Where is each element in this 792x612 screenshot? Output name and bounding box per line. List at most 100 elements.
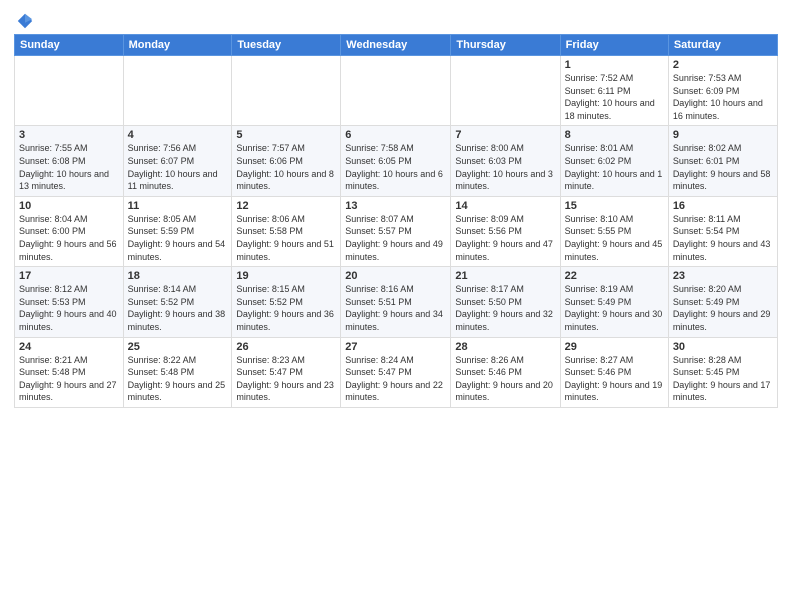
day-number: 22 [565, 270, 664, 282]
calendar: SundayMondayTuesdayWednesdayThursdayFrid… [14, 34, 778, 408]
weekday-header-row: SundayMondayTuesdayWednesdayThursdayFrid… [15, 35, 778, 56]
day-info: Sunrise: 7:53 AM Sunset: 6:09 PM Dayligh… [673, 72, 773, 122]
day-number: 27 [345, 341, 446, 353]
day-number: 4 [128, 129, 228, 141]
day-info: Sunrise: 8:04 AM Sunset: 6:00 PM Dayligh… [19, 213, 119, 263]
calendar-cell: 30Sunrise: 8:28 AM Sunset: 5:45 PM Dayli… [668, 337, 777, 407]
weekday-header-wednesday: Wednesday [341, 35, 451, 56]
calendar-cell: 15Sunrise: 8:10 AM Sunset: 5:55 PM Dayli… [560, 196, 668, 266]
day-info: Sunrise: 8:14 AM Sunset: 5:52 PM Dayligh… [128, 283, 228, 333]
calendar-cell: 26Sunrise: 8:23 AM Sunset: 5:47 PM Dayli… [232, 337, 341, 407]
day-number: 9 [673, 129, 773, 141]
day-number: 19 [236, 270, 336, 282]
calendar-cell: 29Sunrise: 8:27 AM Sunset: 5:46 PM Dayli… [560, 337, 668, 407]
day-info: Sunrise: 8:12 AM Sunset: 5:53 PM Dayligh… [19, 283, 119, 333]
day-info: Sunrise: 8:01 AM Sunset: 6:02 PM Dayligh… [565, 142, 664, 192]
calendar-cell: 6Sunrise: 7:58 AM Sunset: 6:05 PM Daylig… [341, 126, 451, 196]
day-number: 2 [673, 59, 773, 71]
day-info: Sunrise: 7:55 AM Sunset: 6:08 PM Dayligh… [19, 142, 119, 192]
day-number: 14 [455, 200, 555, 212]
calendar-cell: 4Sunrise: 7:56 AM Sunset: 6:07 PM Daylig… [123, 126, 232, 196]
week-row-3: 10Sunrise: 8:04 AM Sunset: 6:00 PM Dayli… [15, 196, 778, 266]
weekday-header-monday: Monday [123, 35, 232, 56]
day-number: 24 [19, 341, 119, 353]
calendar-cell: 28Sunrise: 8:26 AM Sunset: 5:46 PM Dayli… [451, 337, 560, 407]
day-number: 7 [455, 129, 555, 141]
day-info: Sunrise: 7:52 AM Sunset: 6:11 PM Dayligh… [565, 72, 664, 122]
day-info: Sunrise: 8:17 AM Sunset: 5:50 PM Dayligh… [455, 283, 555, 333]
calendar-cell: 2Sunrise: 7:53 AM Sunset: 6:09 PM Daylig… [668, 56, 777, 126]
day-number: 12 [236, 200, 336, 212]
day-info: Sunrise: 7:56 AM Sunset: 6:07 PM Dayligh… [128, 142, 228, 192]
day-info: Sunrise: 8:07 AM Sunset: 5:57 PM Dayligh… [345, 213, 446, 263]
weekday-header-tuesday: Tuesday [232, 35, 341, 56]
day-info: Sunrise: 8:19 AM Sunset: 5:49 PM Dayligh… [565, 283, 664, 333]
calendar-cell: 25Sunrise: 8:22 AM Sunset: 5:48 PM Dayli… [123, 337, 232, 407]
calendar-cell: 12Sunrise: 8:06 AM Sunset: 5:58 PM Dayli… [232, 196, 341, 266]
calendar-header: SundayMondayTuesdayWednesdayThursdayFrid… [15, 35, 778, 56]
day-number: 21 [455, 270, 555, 282]
week-row-4: 17Sunrise: 8:12 AM Sunset: 5:53 PM Dayli… [15, 267, 778, 337]
day-info: Sunrise: 8:28 AM Sunset: 5:45 PM Dayligh… [673, 354, 773, 404]
calendar-cell: 24Sunrise: 8:21 AM Sunset: 5:48 PM Dayli… [15, 337, 124, 407]
day-number: 11 [128, 200, 228, 212]
calendar-body: 1Sunrise: 7:52 AM Sunset: 6:11 PM Daylig… [15, 56, 778, 408]
day-number: 30 [673, 341, 773, 353]
calendar-cell: 18Sunrise: 8:14 AM Sunset: 5:52 PM Dayli… [123, 267, 232, 337]
day-number: 20 [345, 270, 446, 282]
day-number: 28 [455, 341, 555, 353]
calendar-cell: 21Sunrise: 8:17 AM Sunset: 5:50 PM Dayli… [451, 267, 560, 337]
day-number: 15 [565, 200, 664, 212]
day-number: 16 [673, 200, 773, 212]
day-info: Sunrise: 8:00 AM Sunset: 6:03 PM Dayligh… [455, 142, 555, 192]
day-info: Sunrise: 8:27 AM Sunset: 5:46 PM Dayligh… [565, 354, 664, 404]
day-info: Sunrise: 8:24 AM Sunset: 5:47 PM Dayligh… [345, 354, 446, 404]
calendar-cell: 17Sunrise: 8:12 AM Sunset: 5:53 PM Dayli… [15, 267, 124, 337]
day-number: 8 [565, 129, 664, 141]
day-info: Sunrise: 7:58 AM Sunset: 6:05 PM Dayligh… [345, 142, 446, 192]
day-number: 26 [236, 341, 336, 353]
day-info: Sunrise: 8:15 AM Sunset: 5:52 PM Dayligh… [236, 283, 336, 333]
page: SundayMondayTuesdayWednesdayThursdayFrid… [0, 0, 792, 612]
calendar-cell: 5Sunrise: 7:57 AM Sunset: 6:06 PM Daylig… [232, 126, 341, 196]
day-info: Sunrise: 8:02 AM Sunset: 6:01 PM Dayligh… [673, 142, 773, 192]
day-number: 17 [19, 270, 119, 282]
day-info: Sunrise: 8:23 AM Sunset: 5:47 PM Dayligh… [236, 354, 336, 404]
calendar-cell: 13Sunrise: 8:07 AM Sunset: 5:57 PM Dayli… [341, 196, 451, 266]
day-info: Sunrise: 8:11 AM Sunset: 5:54 PM Dayligh… [673, 213, 773, 263]
day-info: Sunrise: 7:57 AM Sunset: 6:06 PM Dayligh… [236, 142, 336, 192]
week-row-5: 24Sunrise: 8:21 AM Sunset: 5:48 PM Dayli… [15, 337, 778, 407]
calendar-cell [451, 56, 560, 126]
calendar-cell: 16Sunrise: 8:11 AM Sunset: 5:54 PM Dayli… [668, 196, 777, 266]
calendar-cell: 10Sunrise: 8:04 AM Sunset: 6:00 PM Dayli… [15, 196, 124, 266]
calendar-cell: 8Sunrise: 8:01 AM Sunset: 6:02 PM Daylig… [560, 126, 668, 196]
logo [14, 14, 34, 30]
day-number: 5 [236, 129, 336, 141]
weekday-header-saturday: Saturday [668, 35, 777, 56]
day-info: Sunrise: 8:10 AM Sunset: 5:55 PM Dayligh… [565, 213, 664, 263]
calendar-cell: 22Sunrise: 8:19 AM Sunset: 5:49 PM Dayli… [560, 267, 668, 337]
calendar-cell: 23Sunrise: 8:20 AM Sunset: 5:49 PM Dayli… [668, 267, 777, 337]
week-row-2: 3Sunrise: 7:55 AM Sunset: 6:08 PM Daylig… [15, 126, 778, 196]
calendar-cell: 11Sunrise: 8:05 AM Sunset: 5:59 PM Dayli… [123, 196, 232, 266]
day-info: Sunrise: 8:26 AM Sunset: 5:46 PM Dayligh… [455, 354, 555, 404]
day-number: 18 [128, 270, 228, 282]
header [14, 10, 778, 30]
calendar-cell [15, 56, 124, 126]
day-number: 10 [19, 200, 119, 212]
calendar-cell: 1Sunrise: 7:52 AM Sunset: 6:11 PM Daylig… [560, 56, 668, 126]
weekday-header-thursday: Thursday [451, 35, 560, 56]
day-info: Sunrise: 8:21 AM Sunset: 5:48 PM Dayligh… [19, 354, 119, 404]
weekday-header-friday: Friday [560, 35, 668, 56]
day-number: 6 [345, 129, 446, 141]
calendar-cell [123, 56, 232, 126]
day-info: Sunrise: 8:09 AM Sunset: 5:56 PM Dayligh… [455, 213, 555, 263]
calendar-cell: 7Sunrise: 8:00 AM Sunset: 6:03 PM Daylig… [451, 126, 560, 196]
calendar-cell: 20Sunrise: 8:16 AM Sunset: 5:51 PM Dayli… [341, 267, 451, 337]
day-info: Sunrise: 8:06 AM Sunset: 5:58 PM Dayligh… [236, 213, 336, 263]
calendar-cell [232, 56, 341, 126]
day-number: 25 [128, 341, 228, 353]
day-number: 3 [19, 129, 119, 141]
day-info: Sunrise: 8:05 AM Sunset: 5:59 PM Dayligh… [128, 213, 228, 263]
week-row-1: 1Sunrise: 7:52 AM Sunset: 6:11 PM Daylig… [15, 56, 778, 126]
